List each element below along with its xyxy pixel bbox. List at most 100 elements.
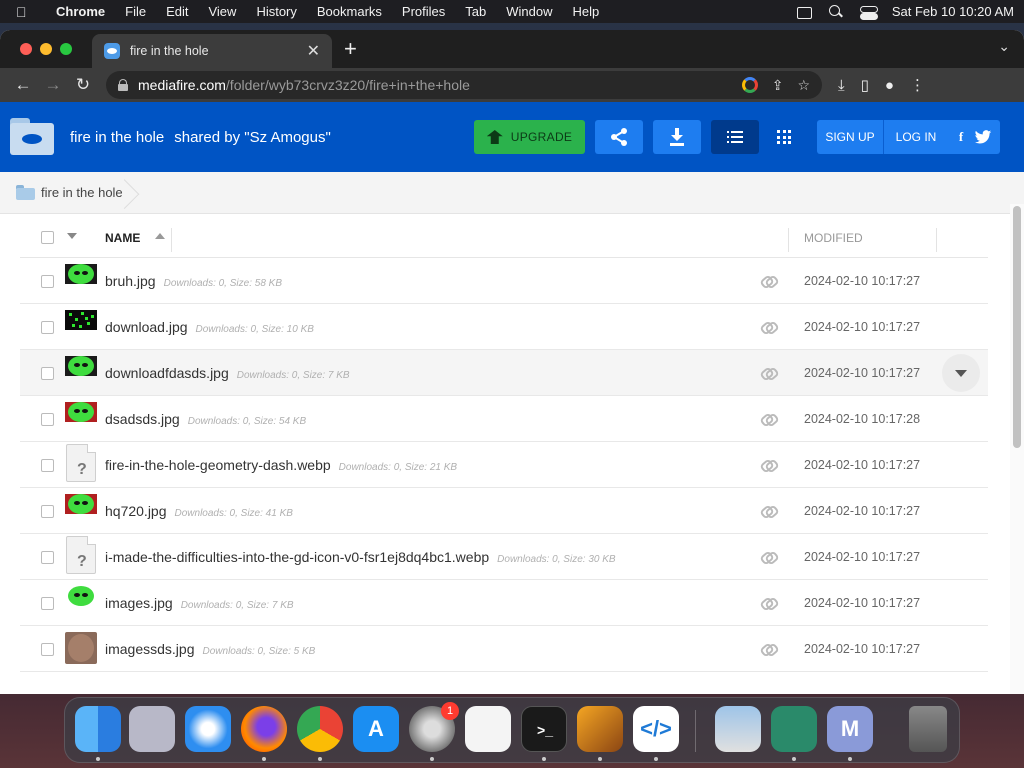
launchpad-icon[interactable] [129, 706, 175, 752]
bookmark-star-icon[interactable]: ☆ [797, 77, 810, 94]
browser-tab-active[interactable]: fire in the hole ✕ [92, 34, 332, 68]
m-app-icon[interactable]: M [827, 706, 873, 752]
share-button[interactable] [595, 120, 643, 154]
file-thumbnail[interactable] [65, 586, 97, 606]
file-name-link[interactable]: downloadfdasds.jpg [105, 365, 229, 381]
file-name-link[interactable]: i-made-the-difficulties-into-the-gd-icon… [105, 549, 489, 565]
menu-file[interactable]: File [125, 4, 146, 19]
share-page-icon[interactable]: ⇪ [772, 77, 784, 94]
unknown-file-icon[interactable]: ? [66, 444, 96, 482]
sort-ascending-icon[interactable] [155, 233, 165, 239]
twitter-icon[interactable] [974, 128, 992, 146]
select-all-checkbox[interactable] [41, 231, 54, 244]
file-thumbnail[interactable] [65, 402, 97, 422]
table-row[interactable]: ? i-made-the-difficulties-into-the-gd-ic… [20, 534, 988, 580]
chrome-menu-icon[interactable]: ⋮ [910, 76, 925, 94]
finder-icon[interactable] [75, 706, 121, 752]
copy-link-icon[interactable] [761, 367, 775, 377]
page-scrollbar[interactable] [1010, 204, 1024, 694]
table-row[interactable]: ? fire-in-the-hole-geometry-dash.webp Dow… [20, 442, 988, 488]
garageband-icon[interactable] [577, 706, 623, 752]
name-column-header[interactable]: NAME [105, 231, 140, 245]
screen-mirroring-icon[interactable] [796, 5, 812, 19]
side-panel-icon[interactable]: ▯ [861, 76, 869, 94]
spotlight-search-icon[interactable] [828, 4, 844, 19]
row-checkbox[interactable] [41, 643, 54, 656]
forward-arrow-icon[interactable]: → [38, 71, 68, 99]
apple-icon[interactable]:  [16, 4, 38, 20]
tab-search-chevron-icon[interactable]: ⌄ [998, 38, 1010, 55]
file-name-link[interactable]: fire-in-the-hole-geometry-dash.webp [105, 457, 331, 473]
row-options-dropdown-icon[interactable] [942, 354, 980, 392]
table-row[interactable]: imagessds.jpg Downloads: 0, Size: 5 KB 20… [20, 626, 988, 672]
close-tab-icon[interactable]: ✕ [307, 41, 320, 61]
copy-link-icon[interactable] [761, 321, 775, 331]
app-store-icon[interactable]: A [353, 706, 399, 752]
file-thumbnail[interactable] [65, 264, 97, 284]
google-lens-icon[interactable] [741, 77, 758, 93]
file-name-link[interactable]: dsadsds.jpg [105, 411, 180, 427]
row-checkbox[interactable] [41, 505, 54, 518]
table-row[interactable]: dsadsds.jpg Downloads: 0, Size: 54 KB 202… [20, 396, 988, 442]
upgrade-button[interactable]: UPGRADE [474, 120, 585, 154]
firefox-icon[interactable] [241, 706, 287, 752]
download-button[interactable] [653, 120, 701, 154]
facebook-icon[interactable]: f [952, 128, 970, 146]
menu-tab[interactable]: Tab [465, 4, 486, 19]
log-in-button[interactable]: LOG IN [884, 130, 948, 144]
file-thumbnail[interactable] [65, 310, 97, 330]
terminal-icon[interactable]: >_ [521, 706, 567, 752]
table-row[interactable]: hq720.jpg Downloads: 0, Size: 41 KB 2024-… [20, 488, 988, 534]
row-checkbox[interactable] [41, 551, 54, 564]
menu-view[interactable]: View [208, 4, 236, 19]
row-checkbox[interactable] [41, 367, 54, 380]
files-icon[interactable] [771, 706, 817, 752]
sign-up-button[interactable]: SIGN UP [817, 130, 883, 144]
downloads-icon[interactable]: ⤓ [838, 77, 845, 94]
minimize-window-button[interactable] [40, 43, 52, 55]
reload-icon[interactable]: ↻ [68, 71, 98, 99]
file-name-link[interactable]: bruh.jpg [105, 273, 156, 289]
menu-bookmarks[interactable]: Bookmarks [317, 4, 382, 19]
grid-view-button[interactable] [769, 120, 799, 154]
row-checkbox[interactable] [41, 413, 54, 426]
table-row[interactable]: bruh.jpg Downloads: 0, Size: 58 KB 2024-0… [20, 258, 988, 304]
back-arrow-icon[interactable]: ← [8, 71, 38, 99]
safari-icon[interactable] [185, 706, 231, 752]
scrollbar-thumb[interactable] [1013, 206, 1021, 448]
file-name-link[interactable]: download.jpg [105, 319, 188, 335]
file-thumbnail[interactable] [65, 356, 97, 376]
address-bar[interactable]: mediafire.com /folder/wyb73crvz3z20/fire… [106, 71, 822, 99]
chrome-icon[interactable] [297, 706, 343, 752]
select-options-caret-icon[interactable] [67, 233, 77, 239]
table-row[interactable]: downloadfdasds.jpg Downloads: 0, Size: 7 … [20, 350, 988, 396]
row-checkbox[interactable] [41, 459, 54, 472]
copy-link-icon[interactable] [761, 551, 775, 561]
menu-help[interactable]: Help [573, 4, 600, 19]
menubar-clock[interactable]: Sat Feb 10 10:20 AM [892, 4, 1014, 19]
copy-link-icon[interactable] [761, 505, 775, 515]
file-name-link[interactable]: hq720.jpg [105, 503, 167, 519]
trash-icon[interactable] [909, 706, 947, 752]
file-thumbnail[interactable] [65, 632, 97, 664]
row-checkbox[interactable] [41, 321, 54, 334]
row-checkbox[interactable] [41, 275, 54, 288]
fullscreen-window-button[interactable] [60, 43, 72, 55]
file-name-link[interactable]: images.jpg [105, 595, 173, 611]
copy-link-icon[interactable] [761, 643, 775, 653]
copy-link-icon[interactable] [761, 275, 775, 285]
row-checkbox[interactable] [41, 597, 54, 610]
file-thumbnail[interactable] [65, 494, 97, 514]
lock-icon[interactable] [118, 79, 128, 91]
close-window-button[interactable] [20, 43, 32, 55]
list-view-button[interactable] [711, 120, 759, 154]
copy-link-icon[interactable] [761, 597, 775, 607]
preview-icon[interactable] [715, 706, 761, 752]
modified-column-header[interactable]: MODIFIED [804, 231, 863, 245]
system-settings-icon[interactable]: 1 [409, 702, 459, 752]
vscode-icon[interactable]: </> [633, 706, 679, 752]
textedit-icon[interactable] [465, 706, 511, 752]
menu-app-chrome[interactable]: Chrome [56, 4, 105, 19]
menu-edit[interactable]: Edit [166, 4, 188, 19]
copy-link-icon[interactable] [761, 413, 775, 423]
